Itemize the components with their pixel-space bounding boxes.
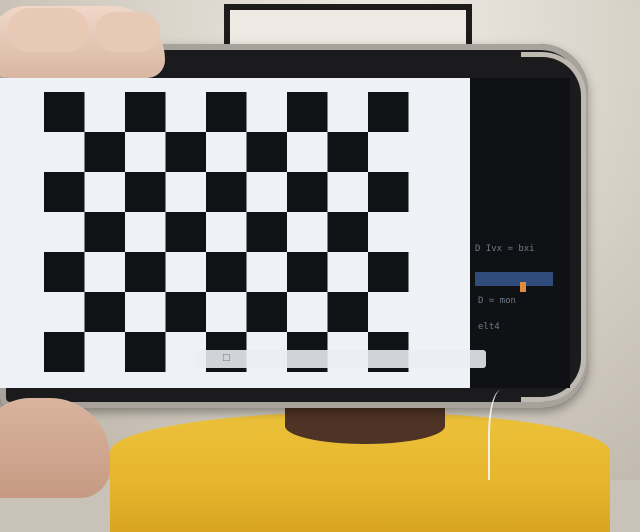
board-square-dark <box>327 132 368 172</box>
board-square-dark <box>125 332 166 372</box>
phone-screen <box>0 78 470 388</box>
board-square-dark <box>287 172 328 212</box>
board-square-dark <box>165 292 206 332</box>
board-square-dark <box>44 172 85 212</box>
board-square-dark <box>165 132 206 172</box>
charging-cable <box>488 390 514 480</box>
board-square-dark <box>125 92 166 132</box>
board-square-dark <box>368 92 409 132</box>
terminal-panel <box>470 78 570 388</box>
board-square-dark <box>84 212 125 252</box>
board-square-dark <box>44 252 85 292</box>
board-square-dark <box>246 292 287 332</box>
board-square-dark <box>44 332 85 372</box>
terminal-line-3: elt4 <box>478 322 500 332</box>
board-square-dark <box>246 132 287 172</box>
board-square-dark <box>44 92 85 132</box>
board-square-dark <box>165 212 206 252</box>
board-square-dark <box>327 212 368 252</box>
terminal-tab <box>475 272 553 286</box>
board-square-dark <box>368 252 409 292</box>
board-square-dark <box>287 92 328 132</box>
checkerboard <box>0 78 470 388</box>
board-square-dark <box>206 252 247 292</box>
board-square-dark <box>287 252 328 292</box>
thumb <box>8 8 88 52</box>
terminal-line-2: D = mon <box>478 296 516 306</box>
board-square-dark <box>125 252 166 292</box>
board-square-dark <box>125 172 166 212</box>
board-square-dark <box>206 172 247 212</box>
person-neck <box>285 408 445 444</box>
finger <box>95 12 160 52</box>
overlay-bar-icon: □ <box>222 353 231 363</box>
board-square-dark <box>327 292 368 332</box>
board-square-dark <box>368 172 409 212</box>
screen-overlay-bar[interactable] <box>196 350 486 368</box>
board-square-dark <box>246 212 287 252</box>
board-square-dark <box>84 292 125 332</box>
board-square-dark <box>206 92 247 132</box>
terminal-cursor <box>520 282 526 292</box>
terminal-line-1: D Ivx = bxi <box>475 244 535 254</box>
board-square-dark <box>84 132 125 172</box>
